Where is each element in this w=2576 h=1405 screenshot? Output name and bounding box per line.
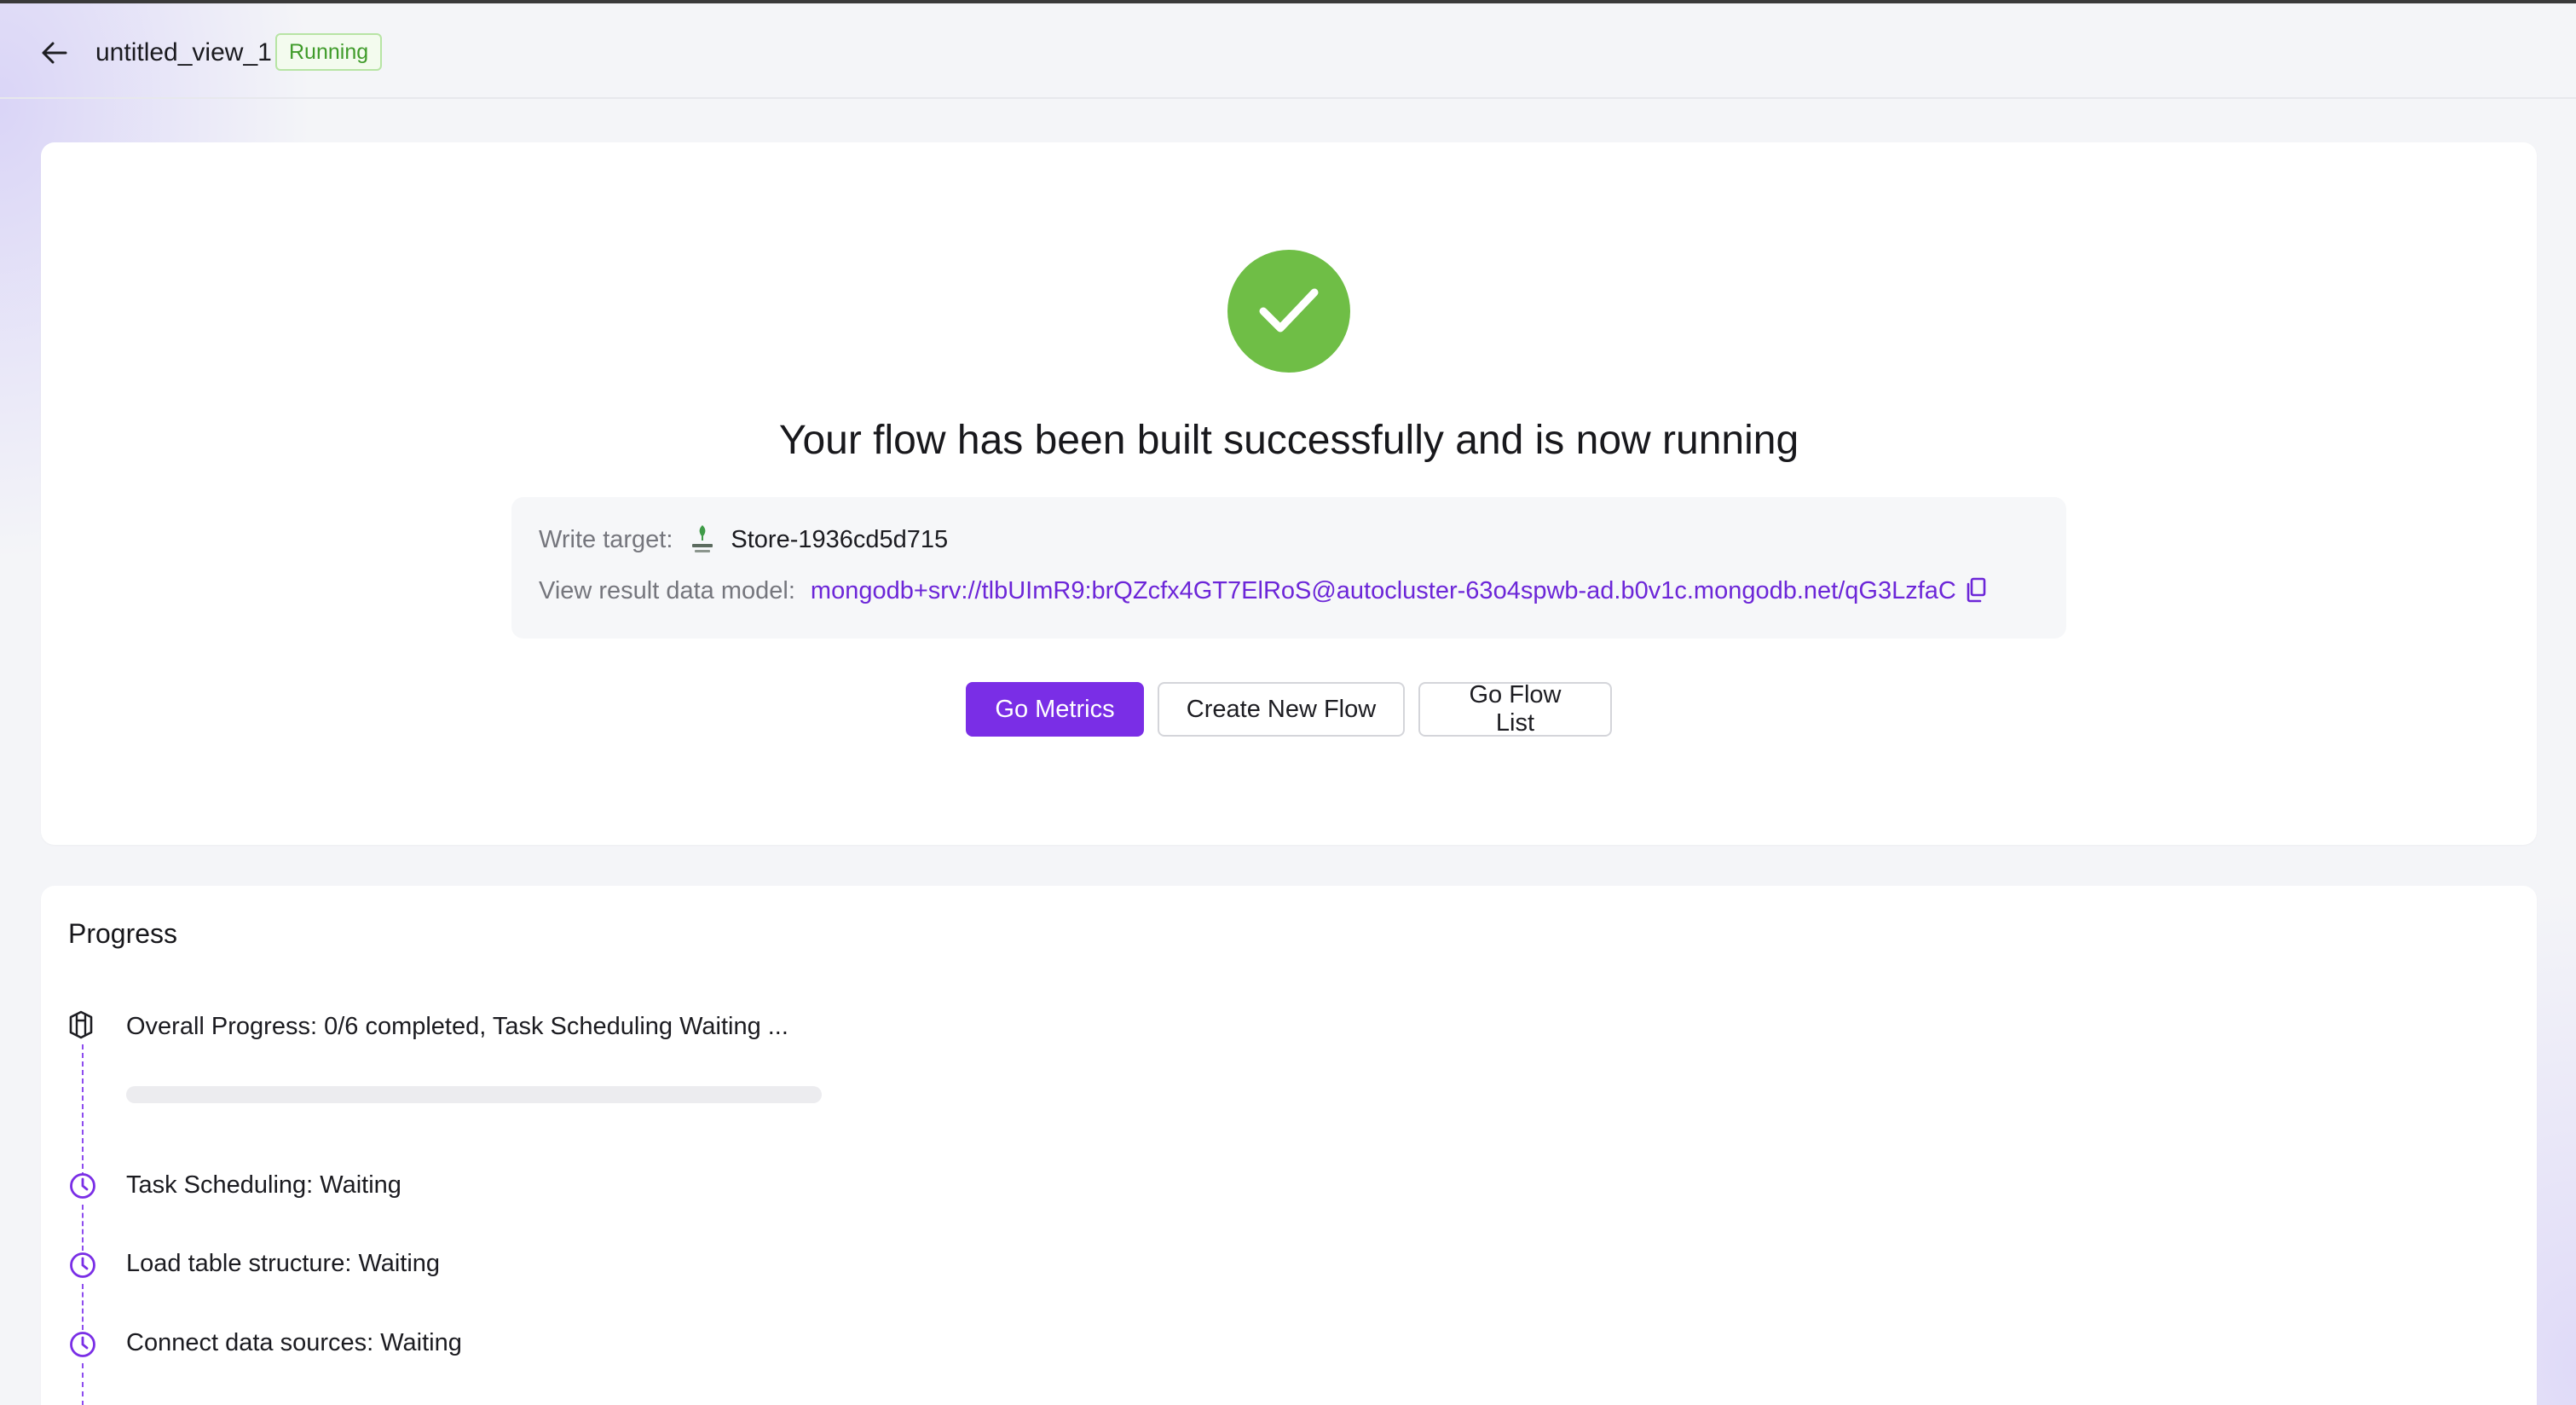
write-target-label: Write target: xyxy=(539,526,673,553)
write-target-row: Write target: Store-1936cd5d715 xyxy=(539,523,948,557)
overall-progress-icon xyxy=(68,1010,95,1041)
clock-icon xyxy=(68,1251,97,1280)
check-circle-icon xyxy=(1227,250,1350,373)
overall-progress-text: Overall Progress: 0/6 completed, Task Sc… xyxy=(126,1013,788,1040)
arrow-left-icon xyxy=(42,42,67,64)
step-task-scheduling: Task Scheduling: Waiting xyxy=(126,1171,401,1199)
status-badge: Running xyxy=(275,33,383,71)
progress-title: Progress xyxy=(68,918,178,949)
result-info-box: Write target: Store-1936cd5d715 View res… xyxy=(511,497,2066,639)
page-header: untitled_view_1 Running xyxy=(0,3,2576,99)
action-buttons: Go Metrics Create New Flow Go Flow List xyxy=(966,681,1612,737)
result-model-row: View result data model: mongodb+srv://tl… xyxy=(539,574,1989,608)
write-target-value: Store-1936cd5d715 xyxy=(731,526,949,553)
clock-icon xyxy=(68,1330,97,1359)
step-connect-data-sources: Connect data sources: Waiting xyxy=(126,1329,462,1356)
go-flow-list-button[interactable]: Go Flow List xyxy=(1418,681,1612,737)
success-headline: Your flow has been built successfully an… xyxy=(778,418,1799,463)
step-load-table-structure: Load table structure: Waiting xyxy=(126,1250,441,1277)
copy-icon[interactable] xyxy=(1965,577,1989,604)
timeline-connector xyxy=(82,1363,84,1405)
create-new-flow-button[interactable]: Create New Flow xyxy=(1158,682,1405,737)
go-metrics-button[interactable]: Go Metrics xyxy=(966,682,1144,737)
timeline-connector xyxy=(82,1205,84,1251)
clock-icon xyxy=(68,1171,97,1200)
timeline-connector xyxy=(82,1044,84,1186)
atlas-logo-icon xyxy=(688,523,717,557)
page-title: untitled_view_1 xyxy=(95,38,272,66)
overall-progress-bar xyxy=(126,1086,822,1103)
success-card: Your flow has been built successfully an… xyxy=(41,142,2537,845)
result-model-label: View result data model: xyxy=(539,577,795,604)
result-model-link[interactable]: mongodb+srv://tlbUImR9:brQZcfx4GT7ElRoS@… xyxy=(811,574,1956,608)
timeline-connector xyxy=(82,1284,84,1330)
progress-card: Progress Overall Progress: 0/6 completed… xyxy=(41,886,2537,1405)
back-button[interactable] xyxy=(38,36,72,70)
